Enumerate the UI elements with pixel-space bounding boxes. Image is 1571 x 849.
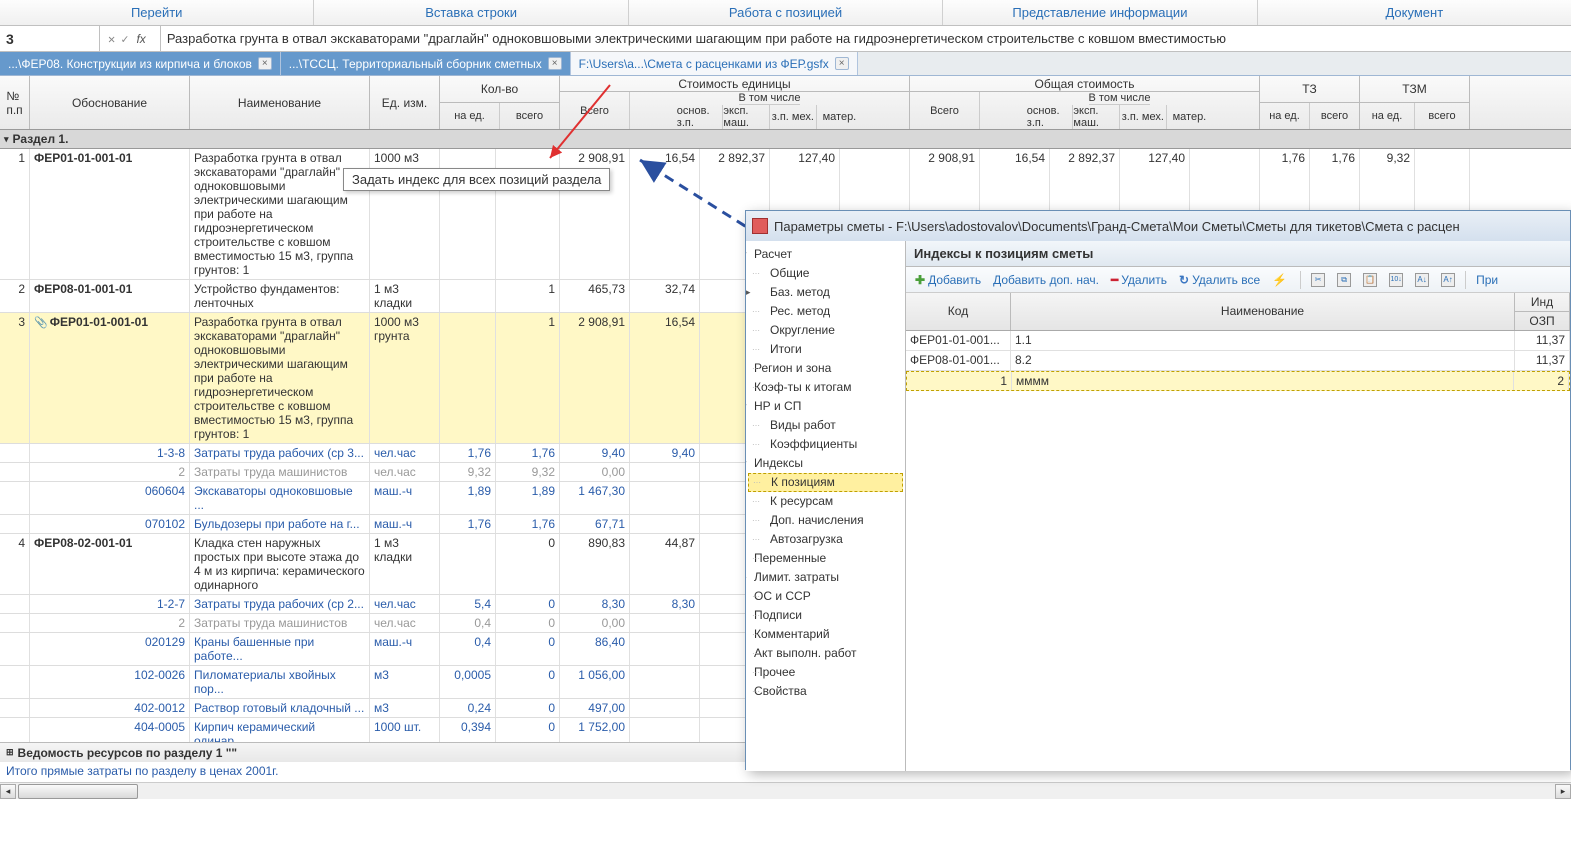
attachment-icon: 📎: [34, 317, 48, 329]
dialog-grid-header: Код Наименование Инд ОЗП: [906, 293, 1570, 331]
add-button[interactable]: ✚Добавить: [910, 271, 986, 289]
horizontal-scrollbar[interactable]: ◂ ▸: [0, 782, 1571, 799]
close-icon[interactable]: ×: [258, 57, 272, 70]
lightning-icon[interactable]: ⚡: [1267, 271, 1295, 289]
menu-info-view[interactable]: Представление информации: [943, 0, 1257, 25]
main-menubar: Перейти Вставка строки Работа с позицией…: [0, 0, 1571, 26]
formula-input[interactable]: Разработка грунта в отвал экскаваторами …: [161, 26, 1571, 52]
tree-node[interactable]: ⋯Свойства: [748, 682, 903, 701]
document-tabs: ...\ФЕР08. Конструкции из кирпича и блок…: [0, 52, 1571, 76]
dialog-table-row[interactable]: ФЕР08-01-001...8.211,37: [906, 351, 1570, 371]
tree-node[interactable]: ⋯Подписи: [748, 606, 903, 625]
section-header[interactable]: ▾ Раздел 1.: [0, 130, 1571, 149]
apply-button[interactable]: При: [1471, 271, 1503, 289]
menu-document[interactable]: Документ: [1258, 0, 1571, 25]
dialog-nav-tree[interactable]: ▾Расчет⋯Общие▸Баз. метод⋯Рес. метод⋯Окру…: [746, 241, 906, 771]
tree-node[interactable]: ▾Расчет: [748, 245, 903, 264]
document-tab[interactable]: ...\ТССЦ. Территориальный сборник сметны…: [281, 52, 571, 75]
tree-node[interactable]: ⋯Виды работ: [748, 416, 903, 435]
add-extra-button[interactable]: Добавить доп. нач.: [988, 271, 1104, 289]
tree-node[interactable]: ⋯Прочее: [748, 663, 903, 682]
tree-node[interactable]: ▾Индексы: [748, 454, 903, 473]
tree-node[interactable]: ⋯Доп. начисления: [748, 511, 903, 530]
tree-node[interactable]: ⋯К ресурсам: [748, 492, 903, 511]
params-dialog: Параметры сметы - F:\Users\adostovalov\D…: [745, 210, 1571, 770]
menu-insert-row[interactable]: Вставка строки: [314, 0, 628, 25]
dialog-toolbar: ✚Добавить Добавить доп. нач. ━Удалить ↻У…: [906, 267, 1570, 293]
tree-node[interactable]: ▸Баз. метод: [748, 283, 903, 302]
tree-node[interactable]: ⋯Регион и зона: [748, 359, 903, 378]
tree-node[interactable]: ⋯Переменные: [748, 549, 903, 568]
copy-icon[interactable]: ⧉: [1332, 271, 1356, 289]
tree-node[interactable]: ⋯Итоги: [748, 340, 903, 359]
scroll-thumb[interactable]: [18, 784, 138, 799]
formula-bar: 3 ✕ ✓ fx Разработка грунта в отвал экска…: [0, 26, 1571, 52]
expand-icon[interactable]: ⊞: [6, 747, 14, 758]
tree-node[interactable]: ▾НР и СП: [748, 397, 903, 416]
tree-node[interactable]: ⋯К позициям: [748, 473, 903, 492]
confirm-icon[interactable]: ✓: [121, 26, 128, 52]
dialog-table-row[interactable]: 1мммм2: [906, 371, 1570, 391]
app-icon: [752, 218, 768, 234]
tree-node[interactable]: ⋯Комментарий: [748, 625, 903, 644]
document-tab[interactable]: ...\ФЕР08. Конструкции из кирпича и блок…: [0, 52, 281, 75]
sort-desc-icon[interactable]: A↑: [1436, 271, 1460, 289]
paste-icon[interactable]: 📋: [1358, 271, 1382, 289]
delete-button[interactable]: ━Удалить: [1106, 271, 1172, 289]
tree-node[interactable]: ⋯Коэффициенты: [748, 435, 903, 454]
delete-all-button[interactable]: ↻Удалить все: [1174, 271, 1265, 289]
scroll-left-icon[interactable]: ◂: [0, 784, 16, 799]
cancel-icon[interactable]: ✕: [108, 26, 115, 52]
tree-node[interactable]: ⋯ОС и ССР: [748, 587, 903, 606]
tooltip: Задать индекс для всех позиций раздела: [343, 168, 610, 191]
tree-node[interactable]: ⋯Коэф-ты к итогам: [748, 378, 903, 397]
tree-node[interactable]: ⋯Общие: [748, 264, 903, 283]
dialog-table-row[interactable]: ФЕР01-01-001...1.111,37: [906, 331, 1570, 351]
document-tab[interactable]: F:\Users\a...\Смета с расценками из ФЕР.…: [571, 52, 858, 75]
sort-num-icon[interactable]: 10↓: [1384, 271, 1408, 289]
scroll-right-icon[interactable]: ▸: [1555, 784, 1571, 799]
close-icon[interactable]: ×: [835, 57, 849, 70]
menu-work-position[interactable]: Работа с позицией: [629, 0, 943, 25]
dialog-section-title: Индексы к позициям сметы: [906, 241, 1570, 267]
dialog-titlebar[interactable]: Параметры сметы - F:\Users\adostovalov\D…: [746, 211, 1570, 241]
sort-asc-icon[interactable]: A↓: [1410, 271, 1434, 289]
tree-node[interactable]: ⋯Рес. метод: [748, 302, 903, 321]
name-box[interactable]: 3: [0, 26, 100, 52]
dialog-grid-body[interactable]: ФЕР01-01-001...1.111,37ФЕР08-01-001...8.…: [906, 331, 1570, 391]
tree-node[interactable]: ⋯Акт выполн. работ: [748, 644, 903, 663]
close-icon[interactable]: ×: [548, 57, 562, 70]
tree-node[interactable]: ⋯Автозагрузка: [748, 530, 903, 549]
tree-node[interactable]: ⋯Округление: [748, 321, 903, 340]
collapse-icon[interactable]: ▾: [4, 134, 9, 145]
menu-goto[interactable]: Перейти: [0, 0, 314, 25]
fx-icon[interactable]: fx: [134, 26, 151, 52]
grid-header: № п.п Обоснование Наименование Ед. изм. …: [0, 76, 1571, 130]
cut-icon[interactable]: ✂: [1306, 271, 1330, 289]
tree-node[interactable]: ▸Лимит. затраты: [748, 568, 903, 587]
